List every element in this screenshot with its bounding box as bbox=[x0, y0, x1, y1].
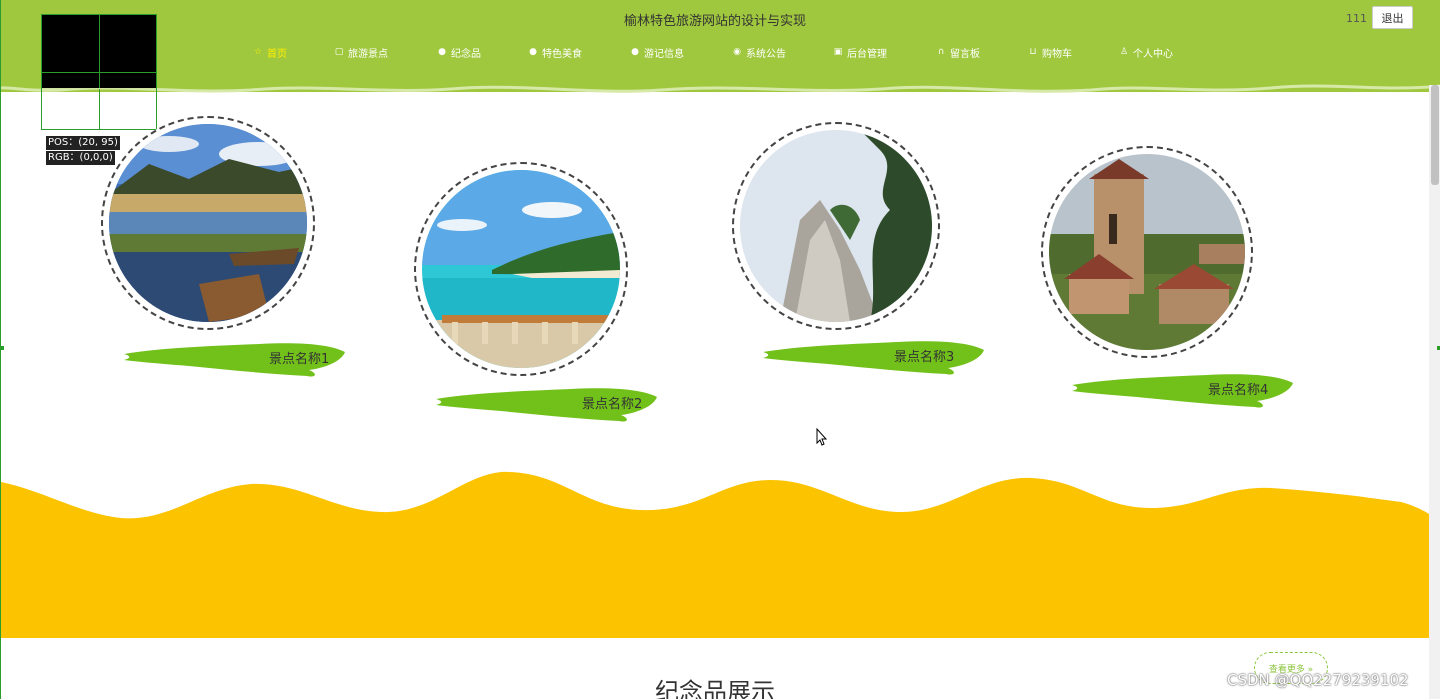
nav-item-label: 留言板 bbox=[950, 48, 980, 60]
nav-item-notices[interactable]: ◉ 系统公告 bbox=[732, 44, 786, 60]
souvenir-section-title: 纪念品展示 bbox=[655, 678, 775, 699]
spot-image-3[interactable] bbox=[740, 130, 932, 322]
star-icon: ☆ bbox=[253, 47, 263, 57]
nav-item-label: 个人中心 bbox=[1133, 48, 1173, 60]
nav-item-label: 游记信息 bbox=[644, 48, 684, 60]
headset-icon: ∩ bbox=[937, 47, 945, 57]
nav-item-label: 首页 bbox=[267, 48, 287, 60]
nav-item-home[interactable]: ☆ 首页 bbox=[253, 44, 287, 60]
spot-label-4[interactable]: 景点名称4 bbox=[1208, 379, 1268, 398]
nav-item-profile[interactable]: ♙ 个人中心 bbox=[1119, 44, 1173, 60]
nav-item-attractions[interactable]: ▢ 旅游景点 bbox=[334, 44, 388, 60]
spot-label-2[interactable]: 景点名称2 bbox=[582, 393, 642, 412]
header-wave-edge bbox=[1, 78, 1440, 93]
mouse-cursor-icon bbox=[816, 428, 828, 446]
page: 榆林特色旅游网站的设计与实现 111 退出 ☆ 首页 ▢ 旅游景点 ● 纪念品 … bbox=[0, 0, 1440, 699]
logout-button[interactable]: 退出 bbox=[1372, 6, 1413, 29]
nav-item-label: 购物车 bbox=[1042, 48, 1072, 60]
site-title: 榆林特色旅游网站的设计与实现 bbox=[623, 14, 806, 29]
spot-label-3[interactable]: 景点名称3 bbox=[894, 346, 954, 365]
bag-icon: ▢ bbox=[334, 47, 344, 57]
nav-item-label: 纪念品 bbox=[451, 48, 481, 60]
info-icon: ● bbox=[631, 47, 639, 57]
dot-icon: ● bbox=[529, 47, 537, 57]
nav-item-label: 特色美食 bbox=[542, 48, 582, 60]
main-nav: ☆ 首页 ▢ 旅游景点 ● 纪念品 ● 特色美食 ● 游记信息 ◉ 系统公告 ▣… bbox=[1, 44, 1440, 60]
color-picker-magnifier bbox=[41, 14, 157, 130]
info-icon: ● bbox=[438, 47, 446, 57]
nav-item-travelogues[interactable]: ● 游记信息 bbox=[630, 44, 684, 60]
nav-item-admin[interactable]: ▣ 后台管理 bbox=[833, 44, 887, 60]
nav-item-food[interactable]: ● 特色美食 bbox=[528, 44, 582, 60]
spot-image-1[interactable] bbox=[109, 124, 307, 322]
nav-item-cart[interactable]: ⊔ 购物车 bbox=[1028, 44, 1072, 60]
username-label[interactable]: 111 bbox=[1346, 12, 1367, 25]
spot-image-2[interactable] bbox=[422, 170, 620, 368]
nav-item-label: 系统公告 bbox=[746, 48, 786, 60]
spot-label-1[interactable]: 景点名称1 bbox=[269, 348, 329, 367]
spot-image-4[interactable] bbox=[1049, 154, 1245, 350]
scrollbar-thumb[interactable] bbox=[1431, 85, 1439, 185]
picker-pos-readout: POS：(20, 95) bbox=[46, 136, 120, 150]
nav-item-messageboard[interactable]: ∩ 留言板 bbox=[936, 44, 980, 60]
globe-icon: ◉ bbox=[733, 47, 741, 57]
user-icon: ♙ bbox=[1119, 47, 1129, 57]
cart-icon: ⊔ bbox=[1029, 47, 1037, 57]
nav-item-label: 旅游景点 bbox=[348, 48, 388, 60]
watermark: CSDN @QQ2279239102 bbox=[1227, 671, 1409, 689]
yellow-wave-band bbox=[1, 471, 1429, 638]
clipboard-icon: ▣ bbox=[833, 47, 843, 57]
nav-item-souvenirs[interactable]: ● 纪念品 bbox=[437, 44, 481, 60]
picker-rgb-readout: RGB：(0,0,0) bbox=[46, 151, 115, 165]
nav-item-label: 后台管理 bbox=[847, 48, 887, 60]
